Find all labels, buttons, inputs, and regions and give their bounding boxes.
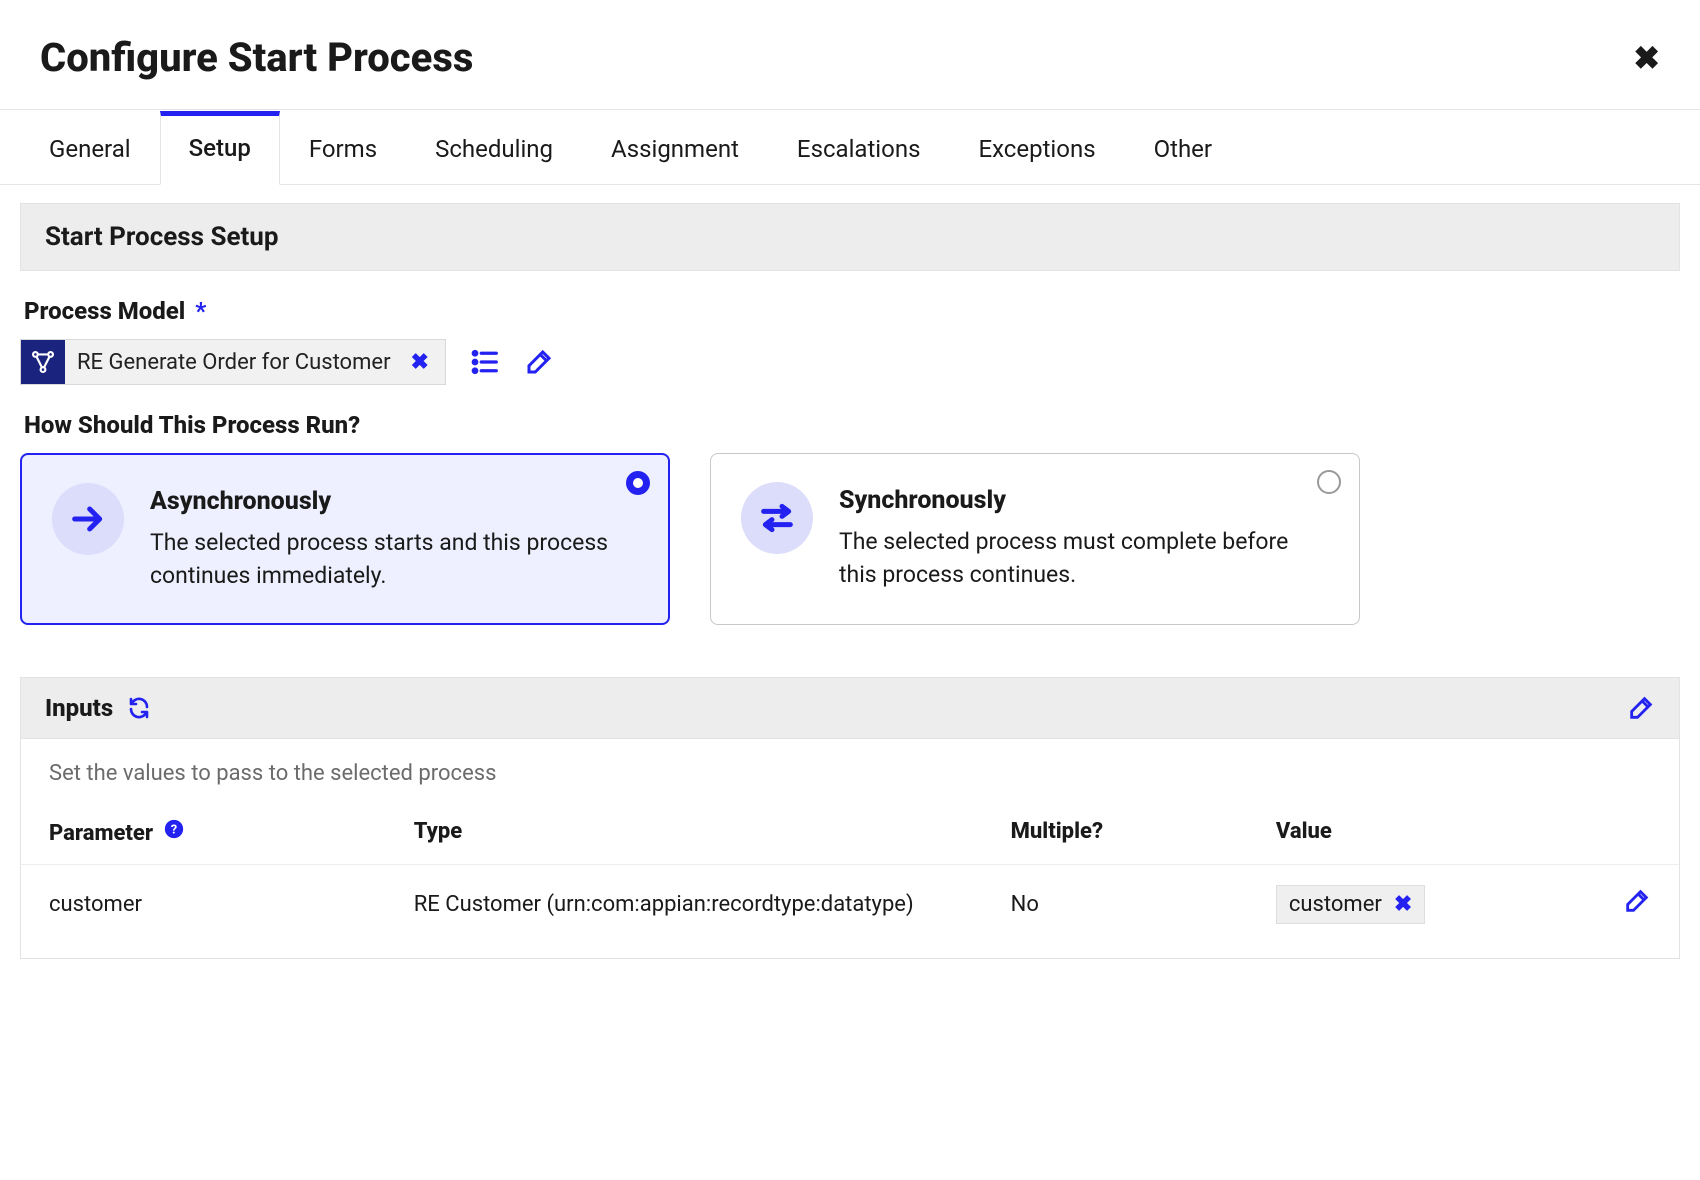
tab-general[interactable]: General (20, 112, 160, 185)
col-type: Type (386, 796, 983, 865)
cell-value: customer ✖ (1248, 864, 1546, 958)
run-options: Asynchronously The selected process star… (20, 453, 1680, 625)
tab-exceptions[interactable]: Exceptions (949, 112, 1124, 185)
cell-multiple: No (983, 864, 1248, 958)
inputs-header: Inputs (21, 678, 1679, 739)
dialog-header: Configure Start Process ✖ (0, 0, 1700, 110)
run-sync-body: Synchronously The selected process must … (839, 482, 1329, 594)
svg-text:?: ? (170, 822, 176, 837)
run-option-async[interactable]: Asynchronously The selected process star… (20, 453, 670, 625)
edit-inputs-icon[interactable] (1627, 694, 1655, 722)
col-value: Value (1248, 796, 1546, 865)
inputs-hint: Set the values to pass to the selected p… (21, 739, 1679, 796)
help-icon[interactable]: ? (163, 821, 185, 846)
tab-escalations[interactable]: Escalations (768, 112, 950, 185)
cell-param: customer (21, 864, 386, 958)
refresh-icon[interactable] (127, 696, 151, 720)
setup-content: Start Process Setup Process Model * RE G… (0, 203, 1700, 999)
cell-actions (1546, 864, 1679, 958)
inputs-header-label: Inputs (45, 694, 113, 722)
process-model-chip[interactable]: RE Generate Order for Customer ✖ (20, 339, 446, 385)
configure-start-process-dialog: Configure Start Process ✖ General Setup … (0, 0, 1700, 999)
edit-row-icon[interactable] (1623, 887, 1651, 915)
tab-assignment[interactable]: Assignment (582, 112, 768, 185)
list-icon[interactable] (470, 347, 500, 377)
edit-process-model-icon[interactable] (524, 347, 554, 377)
run-question: How Should This Process Run? (24, 411, 1676, 439)
run-async-body: Asynchronously The selected process star… (150, 483, 638, 593)
run-sync-desc: The selected process must complete befor… (839, 525, 1329, 592)
tab-setup[interactable]: Setup (160, 111, 280, 185)
process-model-label-text: Process Model (24, 297, 185, 325)
run-async-title: Asynchronously (150, 487, 638, 516)
process-model-row: RE Generate Order for Customer ✖ (20, 339, 1680, 385)
arrow-right-icon (52, 483, 124, 555)
table-row: customer RE Customer (urn:com:appian:rec… (21, 864, 1679, 958)
process-model-label: Process Model * (24, 297, 1676, 325)
inputs-panel: Inputs Set the values to pass to the sel… (20, 677, 1680, 959)
value-clear-icon[interactable]: ✖ (1394, 892, 1412, 917)
col-parameter: Parameter ? (21, 796, 386, 865)
section-title: Start Process Setup (20, 203, 1680, 271)
close-icon[interactable]: ✖ (1633, 42, 1660, 74)
tab-forms[interactable]: Forms (280, 112, 406, 185)
value-chip-text: customer (1289, 892, 1382, 917)
run-option-sync[interactable]: Synchronously The selected process must … (710, 453, 1360, 625)
radio-sync[interactable] (1317, 470, 1341, 494)
swap-icon (741, 482, 813, 554)
process-model-icon (21, 340, 65, 384)
col-multiple: Multiple? (983, 796, 1248, 865)
process-model-clear-icon[interactable]: ✖ (405, 350, 435, 375)
run-async-desc: The selected process starts and this pro… (150, 526, 638, 593)
value-chip[interactable]: customer ✖ (1276, 885, 1425, 924)
dialog-title: Configure Start Process (40, 34, 473, 81)
process-model-value: RE Generate Order for Customer (77, 350, 405, 375)
required-star-icon: * (195, 297, 206, 325)
col-actions (1546, 796, 1679, 865)
inputs-table: Parameter ? Type Multiple? Value custome (21, 796, 1679, 958)
tab-bar: General Setup Forms Scheduling Assignmen… (0, 110, 1700, 185)
cell-type: RE Customer (urn:com:appian:recordtype:d… (386, 864, 983, 958)
tab-scheduling[interactable]: Scheduling (406, 112, 582, 185)
run-sync-title: Synchronously (839, 486, 1329, 515)
tab-other[interactable]: Other (1125, 112, 1241, 185)
col-parameter-label: Parameter (49, 821, 153, 846)
radio-async[interactable] (626, 471, 650, 495)
